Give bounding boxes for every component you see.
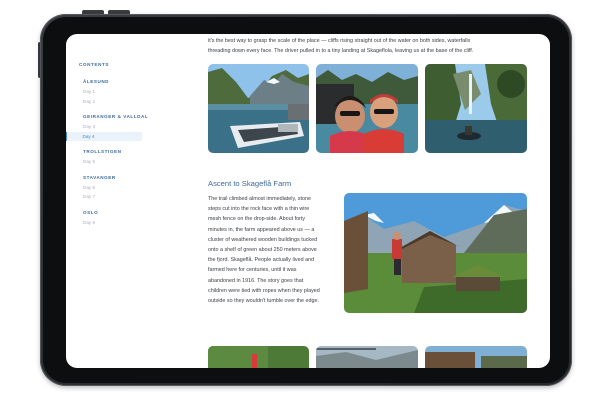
skageflaa-farm-photo[interactable] <box>344 193 527 313</box>
toc-heading: CONTENTS <box>79 62 110 67</box>
section-body: The trail climbed almost immediately, st… <box>208 196 320 305</box>
bottom-photo-1[interactable] <box>208 346 309 368</box>
toc-day-1[interactable]: Day 1 <box>66 87 162 97</box>
toc-section-title[interactable]: TROLLSTIGEN <box>66 147 162 157</box>
toc-day-2[interactable]: Day 2 <box>66 97 162 107</box>
section-title: Ascent to Skageflå Farm <box>208 179 292 188</box>
intro-line-1: it's the best way to grasp the scale of … <box>208 38 471 44</box>
bottom-photo-3[interactable] <box>425 346 527 368</box>
toc-day-6[interactable]: Day 6 <box>66 183 162 193</box>
toc-section-trollstigen: TROLLSTIGEN Day 5 <box>66 147 162 167</box>
bottom-photo-2[interactable] <box>316 346 418 368</box>
toc-section-alesund: ÅLESUND Day 1 Day 2 <box>66 77 162 106</box>
kayak-waterfall-photo[interactable] <box>425 64 527 153</box>
toc-section-oslo: OSLO Day 8 <box>66 208 162 228</box>
toc-section-stavanger: STAVANGER Day 6 Day 7 <box>66 173 162 202</box>
ipad-screen: CONTENTS ÅLESUND Day 1 Day 2 GEIRANGER &… <box>66 34 550 368</box>
intro-paragraph: it's the best way to grasp the scale of … <box>208 37 528 56</box>
fjord-boat-photo[interactable] <box>208 64 309 153</box>
toc-day-7[interactable]: Day 7 <box>66 192 162 202</box>
toc-section-title[interactable]: STAVANGER <box>66 173 162 183</box>
toc-day-8[interactable]: Day 8 <box>66 218 162 228</box>
toc-day-5[interactable]: Day 5 <box>66 157 162 167</box>
article-main: it's the best way to grasp the scale of … <box>208 34 528 368</box>
couple-selfie-photo[interactable] <box>316 64 418 153</box>
toc-section-geiranger: GEIRANGER & VALLDAL Day 3 Day 4 <box>66 112 162 141</box>
toc-section-title[interactable]: ÅLESUND <box>66 77 162 87</box>
toc-day-3[interactable]: Day 3 <box>66 122 162 132</box>
toc-day-4-active[interactable]: Day 4 <box>66 131 142 141</box>
toc-section-title[interactable]: OSLO <box>66 208 162 218</box>
intro-line-2: threading down every face. The driver pu… <box>208 47 474 54</box>
toc-section-title[interactable]: GEIRANGER & VALLDAL <box>66 112 162 122</box>
table-of-contents: CONTENTS ÅLESUND Day 1 Day 2 GEIRANGER &… <box>66 34 162 368</box>
